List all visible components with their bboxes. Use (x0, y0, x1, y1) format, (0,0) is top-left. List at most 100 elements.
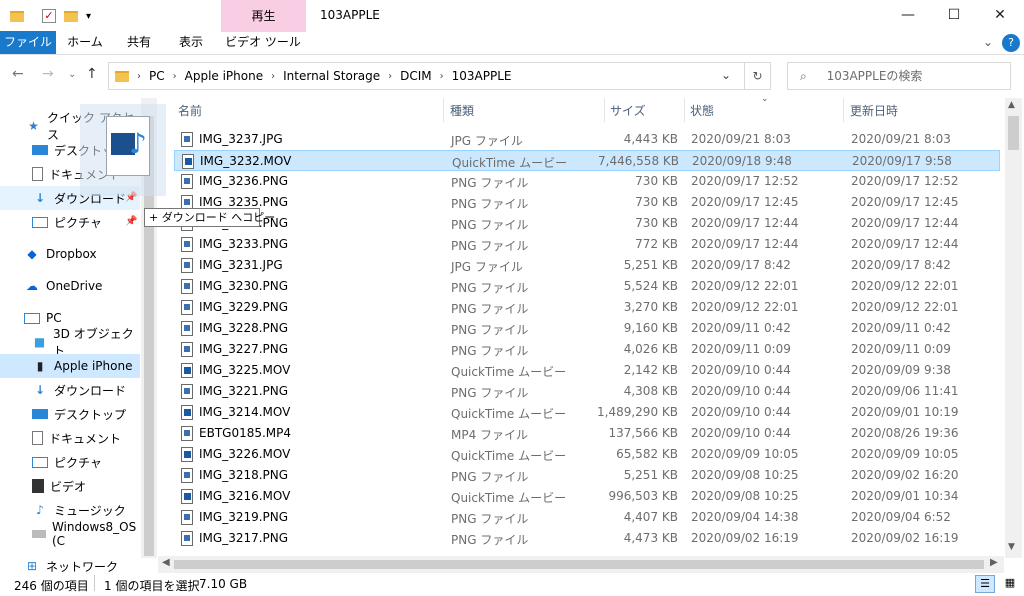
sidebar-item-windows-drive[interactable]: Windows8_OS (C (0, 520, 140, 548)
table-row[interactable]: EBTG0185.MP4 MP4 ファイル 137,566 KB 2020/09/10… (174, 423, 1000, 444)
column-divider[interactable] (604, 98, 605, 122)
file-type: QuickTime ムービー (451, 407, 567, 421)
recent-locations-icon[interactable]: ⌄ (68, 69, 76, 80)
address-dropdown-icon[interactable]: ⌄ (721, 68, 731, 82)
table-row[interactable]: IMG_3218.PNG PNG ファイル 5,251 KB 2020/09/08 1… (174, 465, 1000, 486)
customize-quick-access-icon[interactable]: ▾ (86, 6, 91, 26)
table-row[interactable]: IMG_3225.MOV QuickTime ムービー 2,142 KB 2020/0… (174, 360, 1000, 381)
table-row[interactable]: IMG_3231.JPG JPG ファイル 5,251 KB 2020/09/17 8… (174, 255, 1000, 276)
table-row[interactable]: IMG_3227.PNG PNG ファイル 4,026 KB 2020/09/11 0… (174, 339, 1000, 360)
sidebar-item-music[interactable]: ♪ ミュージック (0, 498, 140, 522)
breadcrumb-separator-icon[interactable]: › (173, 71, 177, 82)
table-row[interactable]: IMG_3226.MOV QuickTime ムービー 65,582 KB 2020/… (174, 444, 1000, 465)
sidebar-item-videos[interactable]: ビデオ (0, 474, 140, 498)
file-status-date: 2020/09/18 9:48 (692, 154, 792, 168)
breadcrumb-separator-icon[interactable]: › (271, 71, 275, 82)
file-list-scrollbar[interactable] (1005, 98, 1022, 558)
search-icon: ⌕ (800, 69, 807, 83)
file-size: 996,503 KB (608, 489, 678, 503)
table-row[interactable]: IMG_3230.PNG PNG ファイル 5,524 KB 2020/09/12 2… (174, 276, 1000, 297)
large-icons-view-icon[interactable]: ▦ (1000, 575, 1020, 593)
up-icon[interactable]: ↑ (86, 66, 98, 82)
table-row[interactable]: IMG_3236.PNG PNG ファイル 730 KB 2020/09/17 12:… (174, 171, 1000, 192)
sidebar-item-pc-downloads[interactable]: ↓ ダウンロード (0, 378, 140, 402)
column-name[interactable]: 名前 (178, 102, 202, 119)
column-divider[interactable] (684, 98, 685, 122)
file-status-date: 2020/09/17 8:42 (691, 258, 791, 272)
maximize-button[interactable]: ☐ (931, 0, 977, 31)
video-file-icon (182, 154, 194, 169)
help-icon[interactable]: ? (1002, 34, 1020, 52)
minimize-button[interactable]: — (885, 0, 931, 31)
table-row[interactable]: IMG_3234.PNGPNG ファイル730 KB2020/09/17 12:… (174, 213, 1000, 234)
back-icon[interactable]: ← (12, 66, 24, 82)
file-type: PNG ファイル (451, 470, 529, 484)
file-size: 65,582 KB (616, 447, 678, 461)
properties-icon[interactable]: ✓ (42, 6, 56, 26)
file-type: PNG ファイル (451, 302, 529, 316)
onedrive-icon: ☁ (26, 279, 38, 293)
horizontal-scrollbar-thumb[interactable] (174, 560, 984, 569)
file-name: IMG_3232.MOV (200, 154, 292, 168)
sidebar-item-onedrive[interactable]: ☁ OneDrive (0, 274, 140, 298)
column-modified[interactable]: 更新日時 (850, 102, 898, 119)
refresh-icon[interactable]: ↻ (744, 62, 771, 90)
breadcrumb-103apple[interactable]: 103APPLE (452, 69, 512, 83)
column-size[interactable]: サイズ (610, 102, 646, 119)
tab-home[interactable]: ホーム (62, 31, 108, 54)
sidebar-item-apple-iphone[interactable]: ▮ Apple iPhone (0, 354, 140, 378)
file-status-date: 2020/09/11 0:09 (691, 342, 791, 356)
column-divider[interactable] (843, 98, 844, 122)
close-button[interactable]: ✕ (977, 0, 1023, 31)
file-list-scrollbar-thumb[interactable] (1008, 116, 1019, 150)
table-row[interactable]: IMG_3232.MOV QuickTime ムービー 7,446,558 KB 20… (174, 150, 1000, 171)
scroll-down-icon[interactable]: ▼ (1008, 542, 1015, 552)
tab-file[interactable]: ファイル (0, 31, 56, 54)
scroll-up-icon[interactable]: ▲ (1008, 100, 1015, 110)
sidebar-item-pc-pictures[interactable]: ピクチャ (0, 450, 140, 474)
column-type[interactable]: 種類 (450, 102, 474, 119)
table-row[interactable]: IMG_3214.MOV QuickTime ムービー 1,489,290 KB 20… (174, 402, 1000, 423)
sidebar-item-pc-documents[interactable]: ドキュメント (0, 426, 140, 450)
table-row[interactable]: IMG_3219.PNG PNG ファイル 4,407 KB 2020/09/04 1… (174, 507, 1000, 528)
scroll-left-icon[interactable]: ◀ (162, 557, 170, 568)
table-row[interactable]: IMG_3216.MOV QuickTime ムービー 996,503 KB 2020… (174, 486, 1000, 507)
sidebar-item-pictures[interactable]: ピクチャ (0, 210, 140, 234)
address-bar[interactable]: › PC › Apple iPhone › Internal Storage ›… (108, 62, 771, 90)
tab-video-tools[interactable]: ビデオ ツール (222, 31, 304, 54)
breadcrumb-pc[interactable]: PC (149, 69, 165, 83)
tab-view[interactable]: 表示 (168, 31, 214, 54)
column-status[interactable]: 状態 (690, 102, 714, 119)
file-name: IMG_3214.MOV (199, 405, 291, 419)
expand-ribbon-icon[interactable]: ⌄ (978, 31, 998, 54)
forward-icon[interactable]: → (42, 66, 54, 82)
breadcrumb-separator-icon[interactable]: › (440, 71, 444, 82)
sidebar-item-dropbox[interactable]: ◆ Dropbox (0, 242, 140, 266)
scroll-right-icon[interactable]: ▶ (990, 557, 998, 568)
breadcrumb-dcim[interactable]: DCIM (400, 69, 432, 83)
breadcrumb-internal-storage[interactable]: Internal Storage (283, 69, 380, 83)
sidebar-item-pc-desktop[interactable]: デスクトップ (0, 402, 140, 426)
column-divider[interactable] (443, 98, 444, 122)
new-folder-icon[interactable] (64, 6, 78, 26)
table-row[interactable]: IMG_3237.JPG JPG ファイル 4,443 KB 2020/09/21 8… (174, 129, 1000, 150)
horizontal-scrollbar[interactable]: ◀ ▶ (158, 556, 1004, 573)
breadcrumb-separator-icon[interactable]: › (137, 71, 141, 82)
context-tab-play[interactable]: 再生 (221, 0, 306, 32)
file-status-date: 2020/09/17 12:44 (691, 216, 799, 230)
pin-icon[interactable]: 📌 (125, 216, 137, 227)
column-header: 名前 種類 サイズ 状態 ⌄ 更新日時 (158, 94, 1004, 122)
image-file-icon (181, 258, 193, 273)
table-row[interactable]: IMG_3221.PNG PNG ファイル 4,308 KB 2020/09/10 0… (174, 381, 1000, 402)
details-view-icon[interactable]: ☰ (975, 575, 995, 593)
table-row[interactable]: IMG_3233.PNG PNG ファイル 772 KB 2020/09/17 12:… (174, 234, 1000, 255)
breadcrumb-apple-iphone[interactable]: Apple iPhone (185, 69, 263, 83)
table-row[interactable]: IMG_3228.PNG PNG ファイル 9,160 KB 2020/09/11 0… (174, 318, 1000, 339)
table-row[interactable]: IMG_3217.PNG PNG ファイル 4,473 KB 2020/09/02 1… (174, 528, 1000, 549)
breadcrumb-separator-icon[interactable]: › (388, 71, 392, 82)
table-row[interactable]: IMG_3229.PNG PNG ファイル 3,270 KB 2020/09/12 2… (174, 297, 1000, 318)
table-row[interactable]: IMG_3235.PNG PNG ファイル 730 KB 2020/09/17 12:… (174, 192, 1000, 213)
tab-share[interactable]: 共有 (116, 31, 162, 54)
search-input[interactable]: ⌕ 103APPLEの検索 (787, 62, 1011, 90)
sidebar-item-3d-objects[interactable]: ■ 3D オブジェクト (0, 327, 140, 358)
